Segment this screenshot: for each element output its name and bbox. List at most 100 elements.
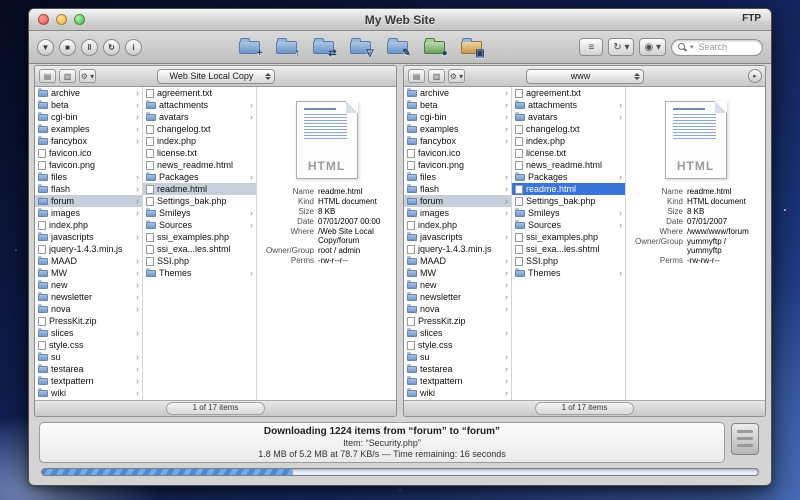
list-item[interactable]: favicon.ico [35, 147, 142, 159]
upload-folder-icon[interactable]: ↑ [274, 36, 300, 58]
list-item[interactable]: style.css [404, 339, 511, 351]
list-item[interactable]: license.txt [512, 147, 625, 159]
list-item[interactable]: changelog.txt [512, 123, 625, 135]
list-item[interactable]: files› [35, 171, 142, 183]
stop-button[interactable]: ■ [59, 39, 76, 56]
list-item[interactable]: newsletter› [35, 291, 142, 303]
filter-icon[interactable]: ▽ [348, 36, 374, 58]
list-item[interactable]: Packages› [512, 171, 625, 183]
gear-icon[interactable]: ⚙ ▾ [79, 69, 96, 83]
go-button[interactable]: ▸ [748, 69, 762, 83]
list-item[interactable]: new› [35, 279, 142, 291]
list-item[interactable]: Themes› [143, 267, 256, 279]
list-item[interactable]: slices› [404, 327, 511, 339]
columns-view-icon[interactable]: ▥ [59, 69, 76, 83]
list-item[interactable]: textpattern› [404, 375, 511, 387]
web-icon[interactable]: ● [422, 36, 448, 58]
list-item[interactable]: forum› [35, 195, 142, 207]
list-item[interactable]: news_readme.html [143, 159, 256, 171]
list-item[interactable]: agreement.txt [143, 87, 256, 99]
list-item[interactable]: javascripts› [404, 231, 511, 243]
search-input[interactable] [697, 41, 756, 53]
search-field[interactable]: ▾ [671, 39, 763, 56]
minimize-button[interactable] [56, 14, 67, 25]
list-item[interactable]: ssi_exa...les.shtml [143, 243, 256, 255]
list-item[interactable]: examples› [35, 123, 142, 135]
list-item[interactable]: Smileys› [512, 207, 625, 219]
local-path-popup[interactable]: Web Site Local Copy [157, 69, 275, 84]
list-item[interactable]: cgi-bin› [35, 111, 142, 123]
list-item[interactable]: Sources› [512, 219, 625, 231]
list-item[interactable]: beta› [404, 99, 511, 111]
list-item[interactable]: index.php [404, 219, 511, 231]
list-item[interactable]: testarea› [404, 363, 511, 375]
list-item[interactable]: javascripts› [35, 231, 142, 243]
list-item[interactable]: Smileys› [143, 207, 256, 219]
list-item[interactable]: MW› [404, 267, 511, 279]
list-item[interactable]: Themes› [512, 267, 625, 279]
list-item[interactable]: ssi_exa...les.shtml [512, 243, 625, 255]
list-item[interactable]: avatars› [512, 111, 625, 123]
columns-view-icon[interactable]: ▥ [428, 69, 445, 83]
titlebar[interactable]: My Web Site FTP [29, 9, 771, 31]
list-item[interactable]: PressKit.zip [35, 315, 142, 327]
list-item[interactable]: Settings_bak.php [143, 195, 256, 207]
computer-icon[interactable]: ▤ [39, 69, 56, 83]
list-item[interactable]: readme.html [143, 183, 256, 195]
search-scope-caret-icon[interactable]: ▾ [690, 43, 694, 51]
list-item[interactable]: new› [404, 279, 511, 291]
list-item[interactable]: index.php [35, 219, 142, 231]
zoom-button[interactable] [74, 14, 85, 25]
refresh-button[interactable]: ↻ [103, 39, 120, 56]
list-item[interactable]: ssi_examples.php [512, 231, 625, 243]
view-options-button[interactable]: ◉ ▾ [639, 38, 666, 56]
list-item[interactable]: avatars› [143, 111, 256, 123]
list-item[interactable]: fancybox› [404, 135, 511, 147]
list-item[interactable]: newsletter› [404, 291, 511, 303]
list-item[interactable]: MAAD› [35, 255, 142, 267]
list-item[interactable]: su› [404, 351, 511, 363]
list-item[interactable]: jquery-1.4.3.min.js [35, 243, 142, 255]
list-item[interactable]: archive› [404, 87, 511, 99]
list-item[interactable]: fancybox› [35, 135, 142, 147]
list-item[interactable]: flash› [35, 183, 142, 195]
list-item[interactable]: forum› [404, 195, 511, 207]
local-folder-column[interactable]: archive›beta›cgi-bin›examples›fancybox›f… [35, 87, 143, 400]
list-item[interactable]: archive› [35, 87, 142, 99]
list-view-button[interactable]: ≡ [579, 38, 603, 56]
list-item[interactable]: examples› [404, 123, 511, 135]
computer-icon[interactable]: ▤ [408, 69, 425, 83]
list-item[interactable]: slices› [35, 327, 142, 339]
list-item[interactable]: readme.html [512, 183, 625, 195]
remote-path-popup[interactable]: www [526, 69, 644, 84]
gear-icon[interactable]: ⚙ ▾ [448, 69, 465, 83]
list-item[interactable]: flash› [404, 183, 511, 195]
list-item[interactable]: index.php [143, 135, 256, 147]
list-item[interactable]: Packages› [143, 171, 256, 183]
list-item[interactable]: wiki› [404, 387, 511, 399]
list-item[interactable]: Settings_bak.php [512, 195, 625, 207]
new-folder-icon[interactable]: + [237, 36, 263, 58]
list-item[interactable]: favicon.png [404, 159, 511, 171]
list-item[interactable]: MW› [35, 267, 142, 279]
list-item[interactable]: style.css [35, 339, 142, 351]
list-item[interactable]: changelog.txt [143, 123, 256, 135]
edit-icon[interactable]: ✎ [385, 36, 411, 58]
list-item[interactable]: su› [35, 351, 142, 363]
list-item[interactable]: license.txt [143, 147, 256, 159]
history-menu-button[interactable]: ↻ ▾ [608, 38, 634, 56]
local-file-column[interactable]: agreement.txtattachments›avatars›changel… [143, 87, 257, 400]
close-button[interactable] [38, 14, 49, 25]
list-item[interactable]: attachments› [512, 99, 625, 111]
package-icon[interactable]: ▣ [459, 36, 485, 58]
start-transfer-button[interactable]: ▼ [37, 39, 54, 56]
list-item[interactable]: attachments› [143, 99, 256, 111]
list-item[interactable]: favicon.ico [404, 147, 511, 159]
list-item[interactable]: beta› [35, 99, 142, 111]
list-item[interactable]: MAAD› [404, 255, 511, 267]
list-item[interactable]: ssi_examples.php [143, 231, 256, 243]
list-item[interactable]: index.php [512, 135, 625, 147]
list-item[interactable]: images› [404, 207, 511, 219]
remote-file-column[interactable]: agreement.txtattachments›avatars›changel… [512, 87, 626, 400]
remote-folder-column[interactable]: archive›beta›cgi-bin›examples›fancybox›f… [404, 87, 512, 400]
